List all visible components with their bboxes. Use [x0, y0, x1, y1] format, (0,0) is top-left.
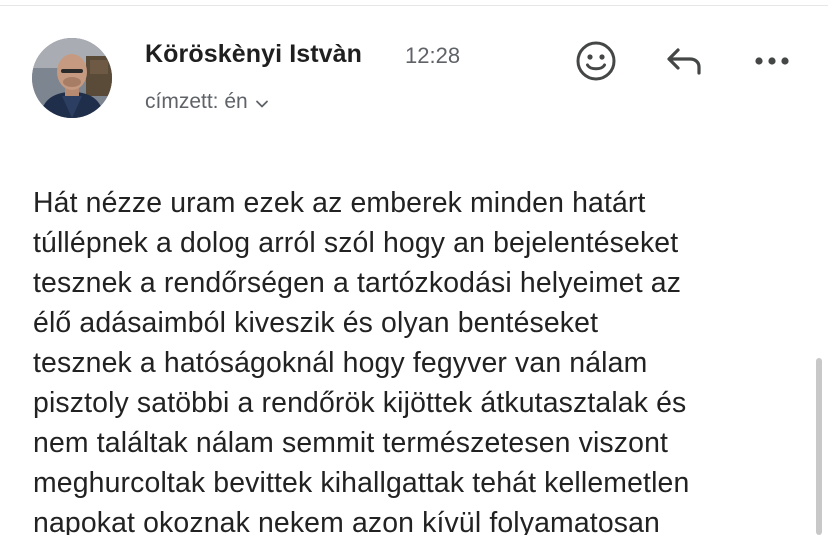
reply-button[interactable] — [661, 40, 707, 86]
chevron-down-icon — [254, 94, 270, 110]
body-line: napokat okoznak nekem azon kívül folyama… — [33, 507, 660, 535]
body-line: nem találtak nálam semmit természetesen … — [33, 427, 669, 459]
more-options-button[interactable] — [749, 40, 795, 86]
avatar[interactable] — [32, 38, 112, 118]
body-line: meghurcoltak bevittek kihallgattak tehát… — [33, 467, 690, 499]
email-body: Hát nézze uram ezek az emberek minden ha… — [33, 183, 808, 535]
sender-name[interactable]: Köröskènyi Istvàn — [145, 40, 362, 69]
email-view: Köröskènyi Istvàn 12:28 címzett: én Hát … — [0, 0, 828, 535]
recipient-label: címzett: én — [145, 90, 248, 113]
smiley-face-icon — [575, 40, 617, 87]
body-line: élő adásaimból kiveszik és olyan bentése… — [33, 307, 599, 339]
scrollbar[interactable] — [816, 358, 822, 535]
body-line: pisztoly satöbbi a rendőrök kijöttek átk… — [33, 387, 687, 419]
top-divider — [0, 5, 828, 6]
body-line: túllépnek a dolog arról szól hogy an bej… — [33, 227, 679, 259]
body-line: Hát nézze uram ezek az emberek minden ha… — [33, 187, 646, 219]
reply-arrow-icon — [664, 45, 704, 82]
timestamp: 12:28 — [405, 43, 461, 68]
add-reaction-button[interactable] — [573, 40, 619, 86]
body-line: tesznek a hatóságoknál hogy fegyver van … — [33, 347, 648, 379]
body-line: tesznek a rendőrségen a tartózkodási hel… — [33, 267, 682, 299]
recipient-details-toggle[interactable]: címzett: én — [145, 90, 270, 114]
more-dots-icon — [752, 54, 792, 72]
